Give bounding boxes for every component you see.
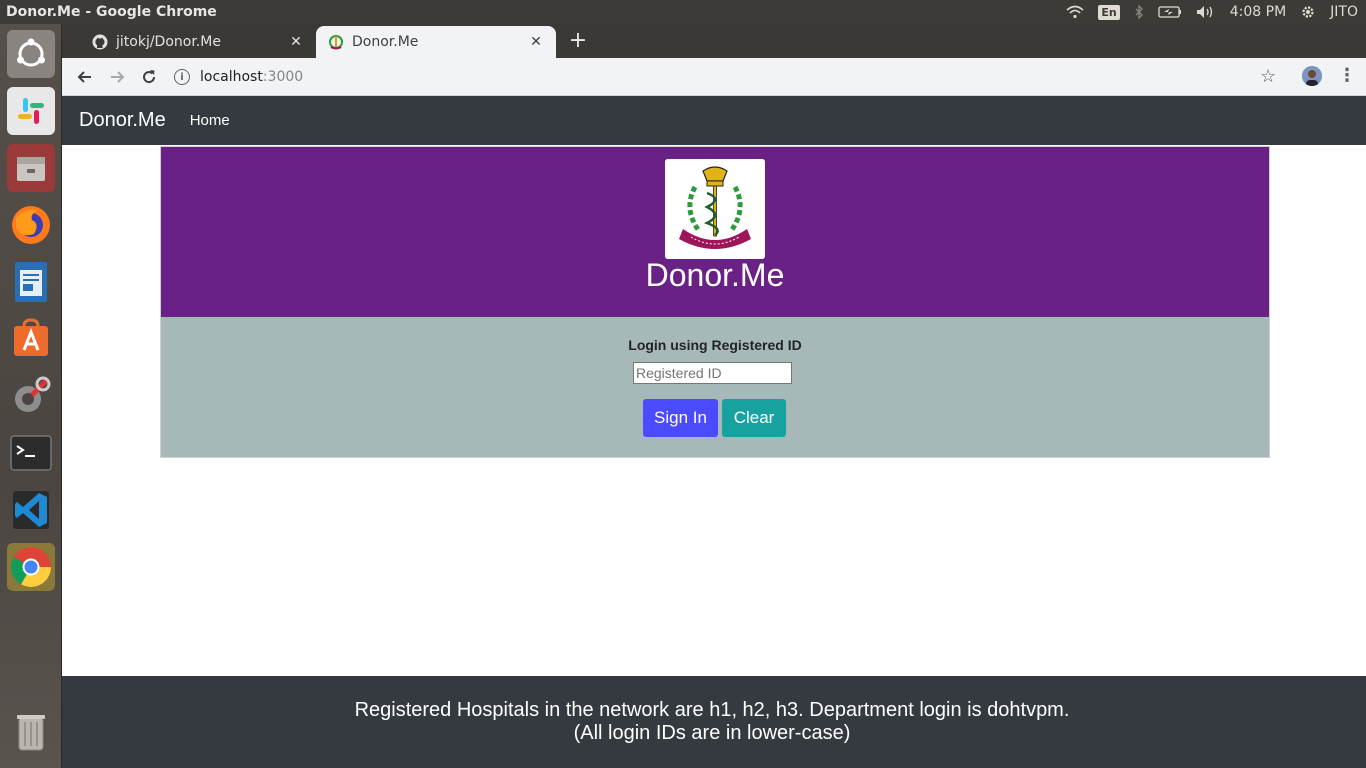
window-title: Donor.Me - Google Chrome (6, 4, 217, 20)
settings-gear-icon[interactable] (1300, 4, 1316, 20)
sign-in-button[interactable]: Sign In (643, 399, 718, 437)
navbar-brand[interactable]: Donor.Me (79, 109, 166, 132)
libreoffice-writer-icon[interactable] (7, 258, 55, 306)
tab-donor-me[interactable]: Donor.Me ✕ (316, 26, 556, 58)
volume-icon[interactable] (1196, 5, 1216, 19)
url-port: :3000 (262, 69, 304, 85)
files-icon[interactable] (7, 144, 55, 192)
ima-logo-icon (328, 34, 344, 50)
login-card: Donor.Me Login using Registered ID Sign … (160, 146, 1270, 458)
trash-icon[interactable] (7, 708, 55, 756)
reload-icon[interactable] (135, 63, 163, 91)
registered-id-input[interactable] (633, 362, 792, 384)
close-tab-icon[interactable]: ✕ (528, 34, 544, 50)
forward-icon[interactable] (103, 63, 131, 91)
slack-icon[interactable] (7, 87, 55, 135)
battery-icon[interactable] (1158, 6, 1182, 18)
hero-title: Donor.Me (645, 257, 785, 293)
launcher (0, 24, 62, 768)
tab-label: jitokj/Donor.Me (116, 34, 221, 50)
url-host: localhost (200, 69, 263, 85)
close-tab-icon[interactable]: ✕ (288, 34, 304, 50)
bookmark-star-icon[interactable]: ☆ (1260, 66, 1276, 87)
login-label: Login using Registered ID (628, 337, 802, 353)
ubuntu-dash-icon[interactable] (7, 30, 55, 78)
firefox-icon[interactable] (7, 201, 55, 249)
site-info-icon[interactable]: i (174, 69, 190, 85)
browser-toolbar: i localhost:3000 ☆ ⋮ (62, 58, 1366, 96)
system-top-panel: Donor.Me - Google Chrome En 4:08 PM JITO (0, 0, 1366, 24)
bluetooth-icon[interactable] (1134, 5, 1144, 19)
clock[interactable]: 4:08 PM (1230, 4, 1286, 20)
terminal-icon[interactable] (7, 429, 55, 477)
nav-home-link[interactable]: Home (190, 112, 230, 129)
chrome-icon[interactable] (7, 543, 55, 591)
avatar[interactable] (1302, 66, 1322, 86)
footer: Registered Hospitals in the network are … (62, 676, 1366, 768)
new-tab-button[interactable]: + (566, 30, 590, 54)
system-settings-icon[interactable] (7, 372, 55, 420)
clear-button[interactable]: Clear (722, 399, 786, 437)
vscode-icon[interactable] (7, 486, 55, 534)
ima-logo (665, 159, 765, 259)
keyboard-layout-indicator[interactable]: En (1098, 4, 1120, 20)
address-bar[interactable]: i localhost:3000 (174, 62, 1274, 92)
footer-lowercase-note: (All login IDs are in lower-case) (573, 722, 851, 744)
page-viewport: Donor.Me Home Donor.Me Login using Regis… (62, 96, 1366, 768)
site-navbar: Donor.Me Home (62, 96, 1366, 145)
back-icon[interactable] (71, 63, 99, 91)
software-center-icon[interactable] (7, 315, 55, 363)
login-form: Login using Registered ID Sign In Clear (161, 317, 1269, 457)
hero-banner: Donor.Me (161, 147, 1269, 317)
tab-github[interactable]: jitokj/Donor.Me ✕ (80, 26, 316, 58)
footer-hospitals-text: Registered Hospitals in the network are … (354, 699, 1070, 721)
tab-strip: jitokj/Donor.Me ✕ Donor.Me ✕ + (62, 24, 1366, 58)
user-name[interactable]: JITO (1330, 4, 1358, 20)
tab-label: Donor.Me (352, 34, 419, 50)
github-icon (92, 34, 108, 50)
wifi-icon[interactable] (1066, 5, 1084, 19)
chrome-menu-icon[interactable]: ⋮ (1338, 65, 1356, 86)
